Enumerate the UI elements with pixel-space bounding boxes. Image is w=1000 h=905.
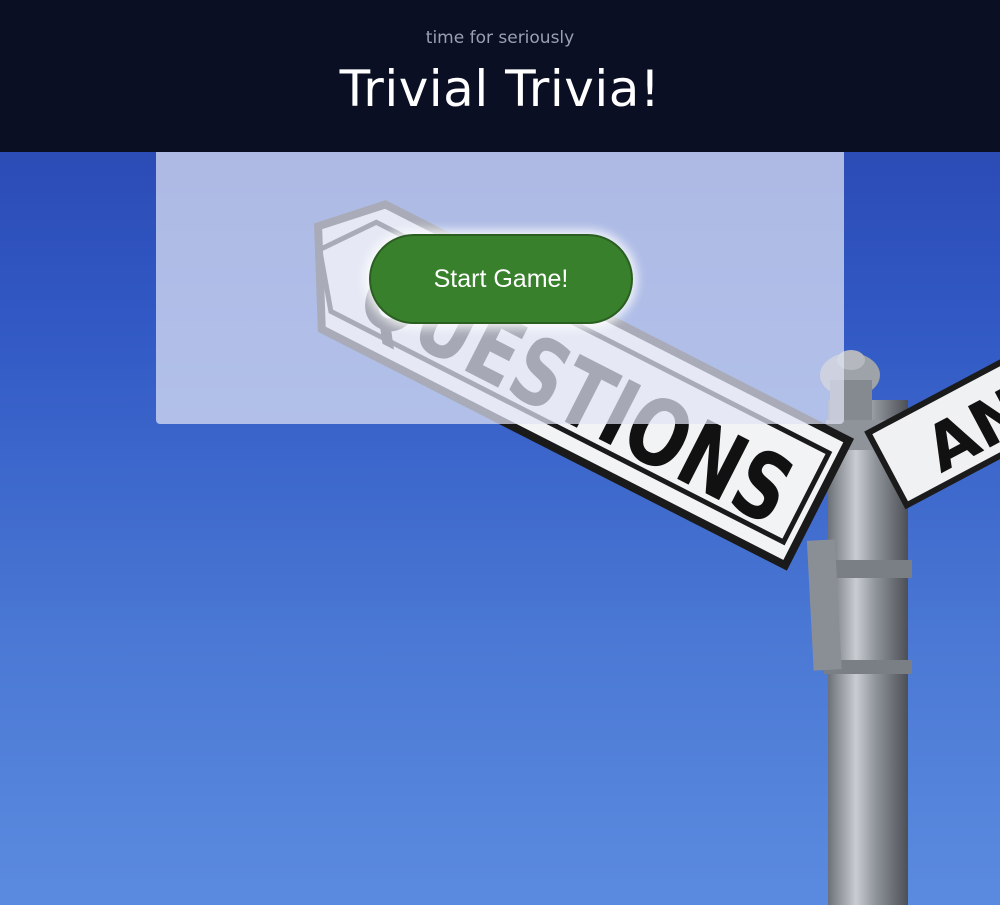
start-game-button[interactable]: Start Game! [369,234,633,324]
game-start-panel: Start Game! [156,152,844,424]
page-title: Trivial Trivia! [339,60,661,118]
site-tagline: time for seriously [425,28,575,48]
page: AN QUESTIONS time for seriously Trivial … [0,0,1000,905]
site-header: time for seriously Trivial Trivia! [0,0,1000,152]
